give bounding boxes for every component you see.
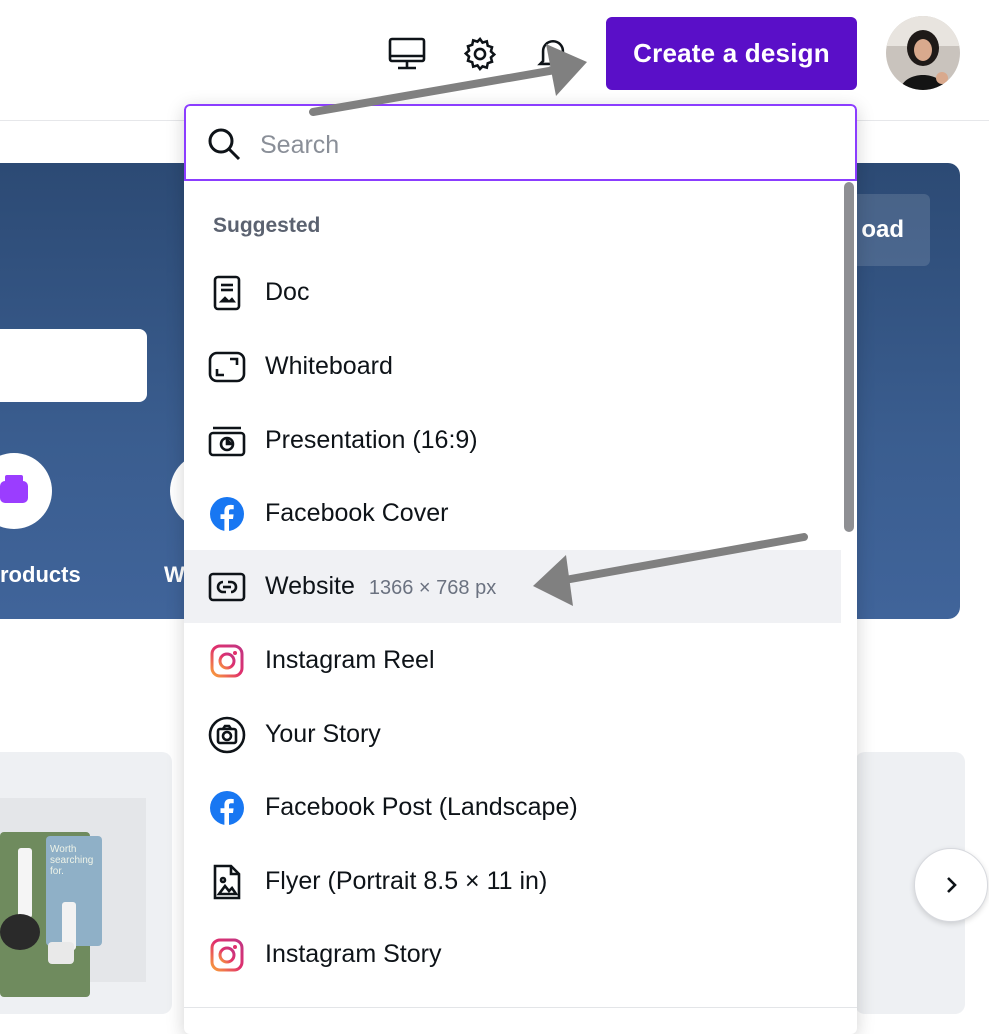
design-type-label: Presentation (16:9): [265, 426, 478, 454]
presentation-icon: [208, 422, 246, 460]
design-type-label: Whiteboard: [265, 352, 393, 380]
dropdown-scrollbar[interactable]: [842, 182, 856, 612]
design-type-label: Flyer (Portrait 8.5 × 11 in): [265, 867, 548, 895]
category-products-button[interactable]: [0, 453, 52, 529]
carousel-next-button[interactable]: [914, 848, 988, 922]
whiteboard-icon: [208, 348, 246, 386]
hero-search-input[interactable]: [0, 329, 147, 402]
desktop-icon[interactable]: [387, 34, 427, 74]
flyer-icon: [208, 863, 246, 901]
design-type-flyer[interactable]: Flyer (Portrait 8.5 × 11 in): [184, 845, 841, 918]
camera-icon: [208, 716, 246, 754]
doc-icon: [208, 274, 246, 312]
section-label-suggested: Suggested: [213, 214, 321, 237]
design-type-label: Website 1366 × 768 px: [265, 572, 496, 601]
bell-icon[interactable]: [533, 34, 573, 74]
search-input[interactable]: [258, 124, 822, 166]
website-dimensions: 1366 × 768 px: [368, 577, 497, 599]
chevron-right-icon: [947, 877, 957, 893]
upload-label: oad: [861, 216, 904, 243]
category-label-website: W: [164, 562, 185, 587]
scrollbar-thumb[interactable]: [844, 182, 854, 532]
search-icon: [206, 126, 242, 167]
gear-icon[interactable]: [460, 34, 500, 74]
design-type-label: Facebook Cover: [265, 499, 449, 527]
instagram-icon: [208, 642, 246, 680]
design-type-doc[interactable]: Doc: [184, 256, 841, 329]
search-box[interactable]: [184, 104, 857, 181]
design-type-presentation[interactable]: Presentation (16:9): [184, 404, 841, 477]
svg-text:for.: for.: [50, 866, 64, 877]
design-type-instagram-story[interactable]: Instagram Story: [184, 918, 841, 991]
design-type-facebook-cover[interactable]: Facebook Cover: [184, 477, 841, 550]
design-type-label: Doc: [265, 278, 310, 306]
create-design-button[interactable]: Create a design: [606, 17, 857, 90]
svg-text:searching: searching: [50, 855, 93, 866]
category-label-products: roducts: [0, 562, 81, 587]
create-design-dropdown: Suggested Doc Whiteboard: [184, 104, 857, 1034]
dropdown-divider: [184, 1007, 857, 1008]
design-type-facebook-post[interactable]: Facebook Post (Landscape): [184, 771, 841, 844]
instagram-icon: [208, 936, 246, 974]
thumbnail-text: Worth: [50, 844, 77, 855]
design-type-label: Your Story: [265, 720, 381, 748]
design-type-whiteboard[interactable]: Whiteboard: [184, 330, 841, 403]
template-card[interactable]: Worth searching for.: [0, 752, 172, 1014]
design-type-website[interactable]: Website 1366 × 768 px: [184, 550, 841, 623]
design-type-label: Facebook Post (Landscape): [265, 793, 578, 821]
design-type-your-story[interactable]: Your Story: [184, 698, 841, 771]
design-type-label: Instagram Reel: [265, 646, 435, 674]
top-bar: Create a design: [0, 0, 989, 121]
design-type-instagram-reel[interactable]: Instagram Reel: [184, 624, 841, 697]
website-icon: [208, 568, 246, 606]
facebook-icon: [208, 495, 246, 533]
website-label: Website: [265, 572, 355, 600]
design-type-label: Instagram Story: [265, 940, 442, 968]
facebook-icon: [208, 789, 246, 827]
avatar[interactable]: [886, 16, 960, 90]
